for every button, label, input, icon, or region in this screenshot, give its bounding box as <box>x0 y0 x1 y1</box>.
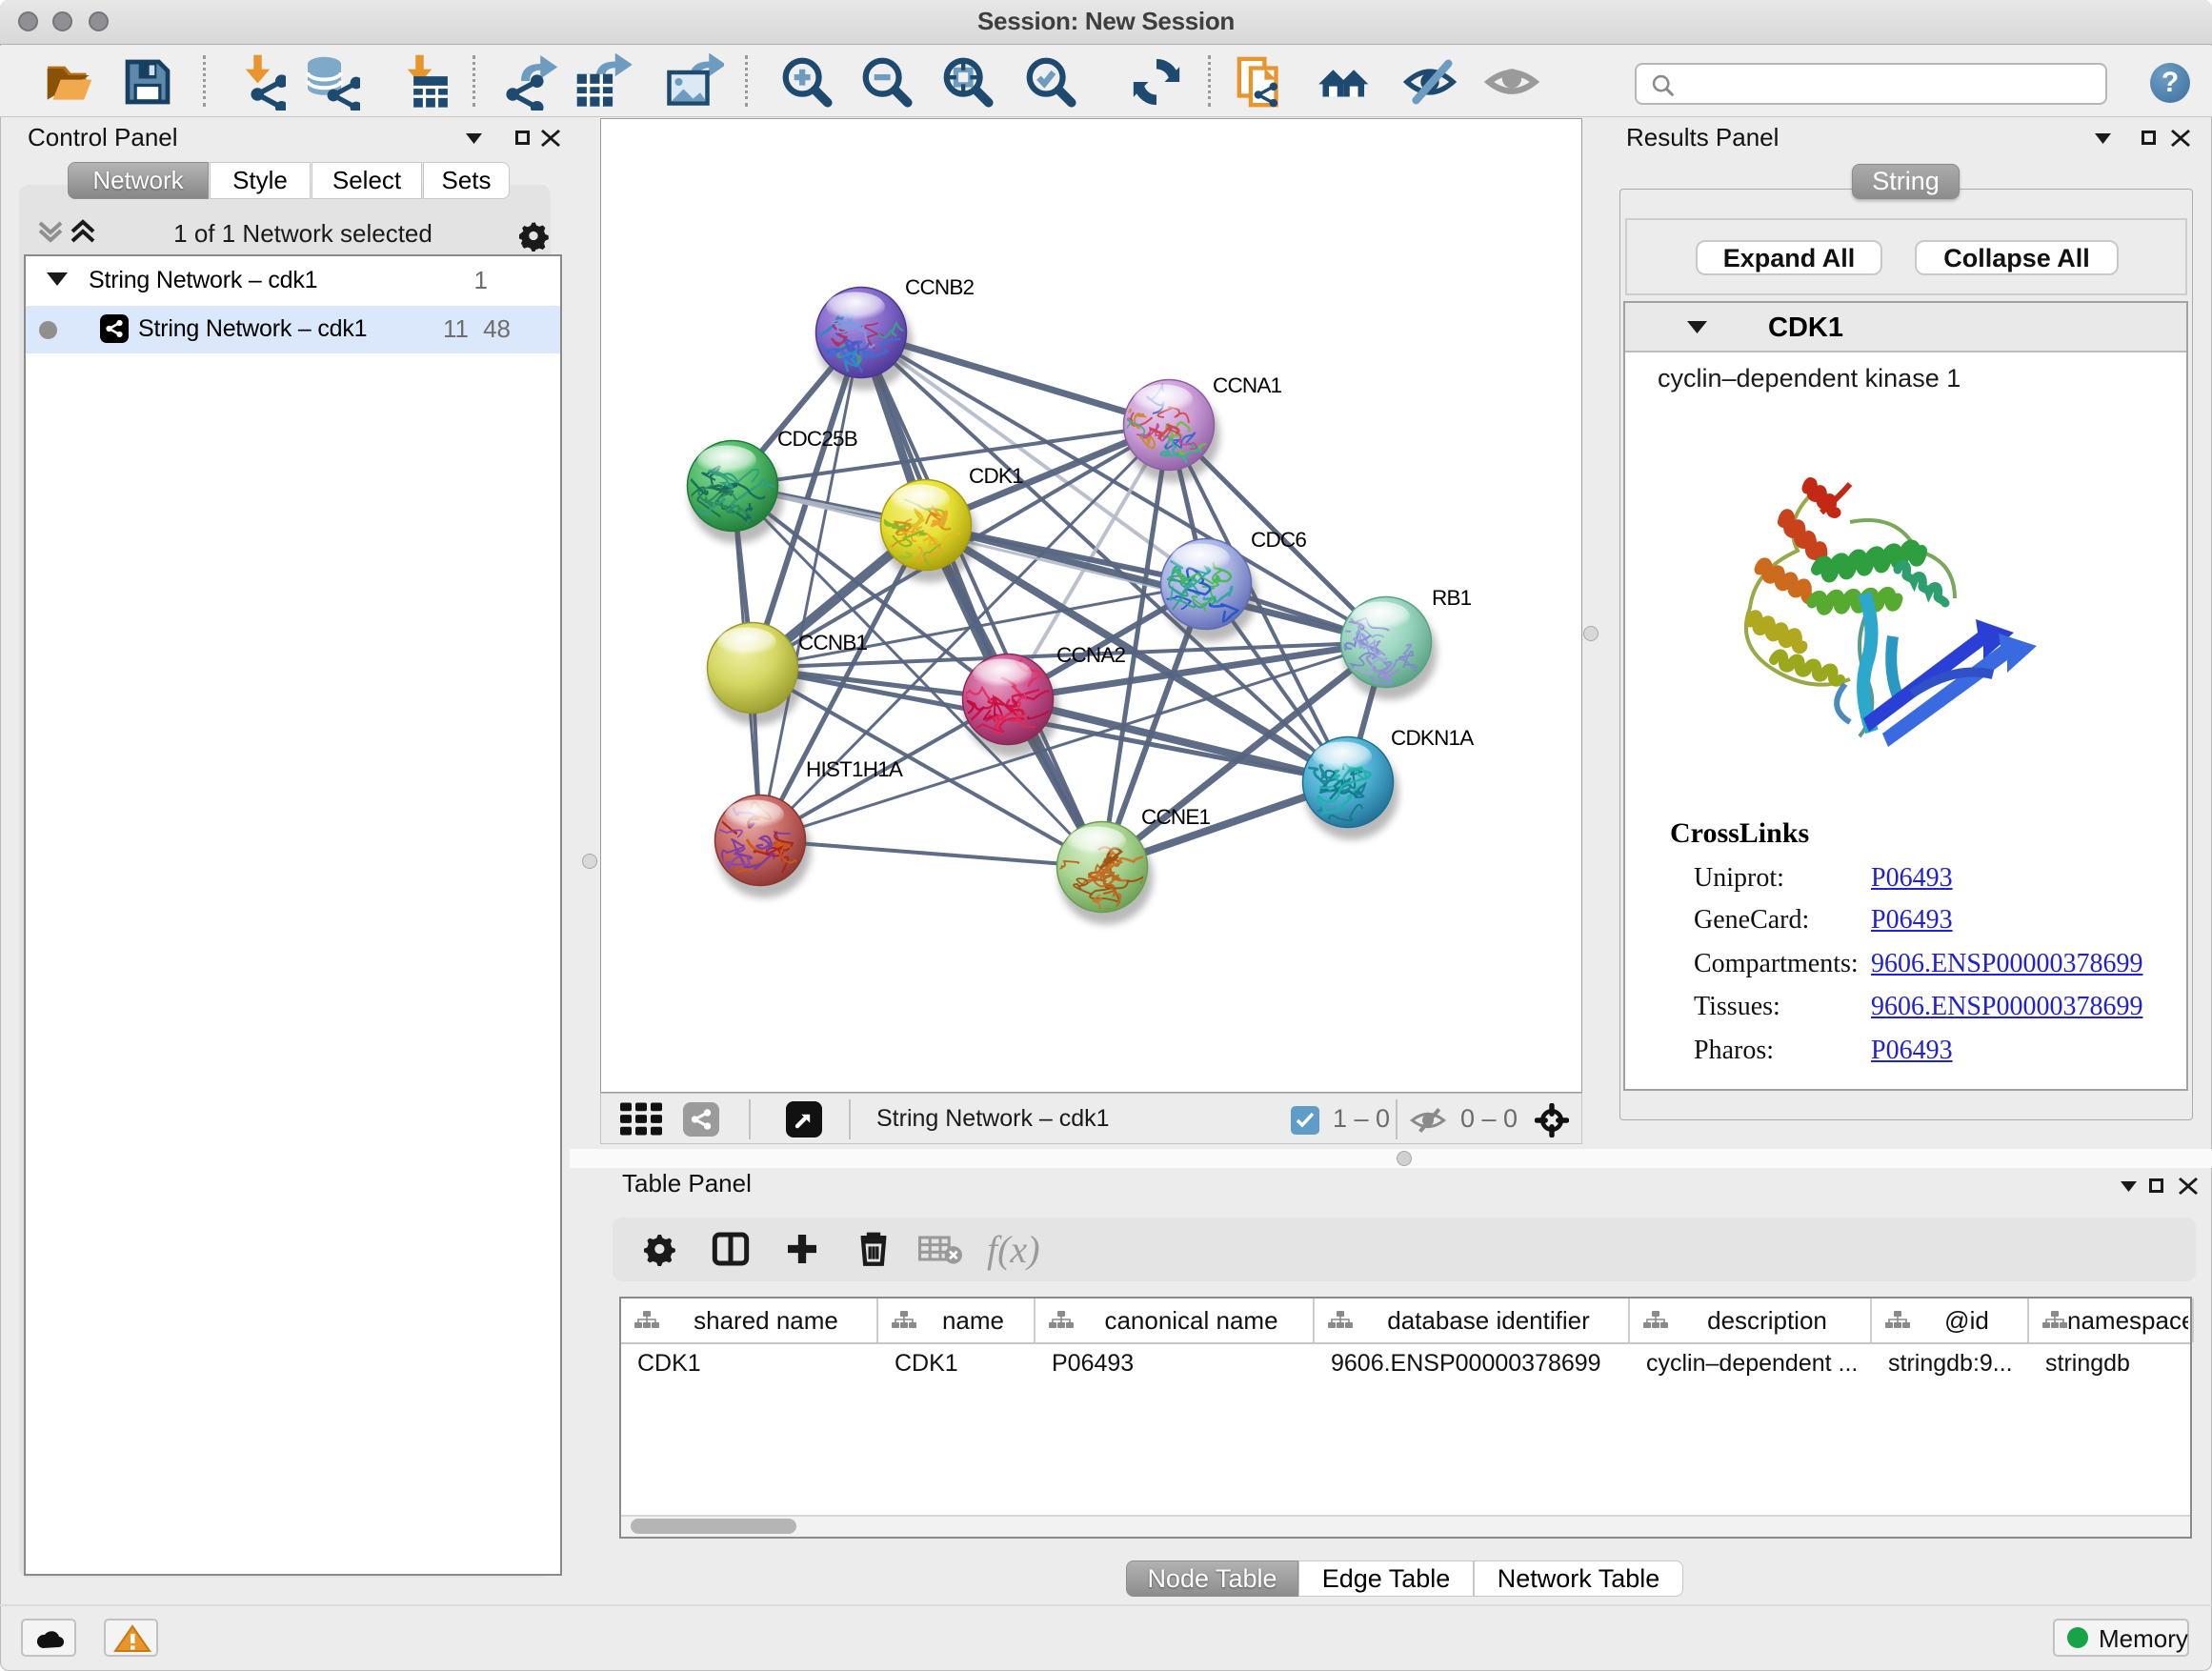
svg-text:CDC25B: CDC25B <box>777 427 857 451</box>
svg-text:CDC6: CDC6 <box>1251 528 1306 552</box>
svg-text:CCNA2: CCNA2 <box>1056 643 1126 667</box>
svg-text:RB1: RB1 <box>1432 586 1472 610</box>
svg-text:CCNE1: CCNE1 <box>1141 805 1211 829</box>
svg-text:CDK1: CDK1 <box>969 464 1023 488</box>
svg-text:CDKN1A: CDKN1A <box>1391 726 1474 750</box>
svg-text:CCNA1: CCNA1 <box>1213 373 1282 397</box>
svg-text:CCNB1: CCNB1 <box>798 631 868 654</box>
svg-text:HIST1H1A: HIST1H1A <box>806 757 903 781</box>
svg-text:CCNB2: CCNB2 <box>905 275 975 299</box>
